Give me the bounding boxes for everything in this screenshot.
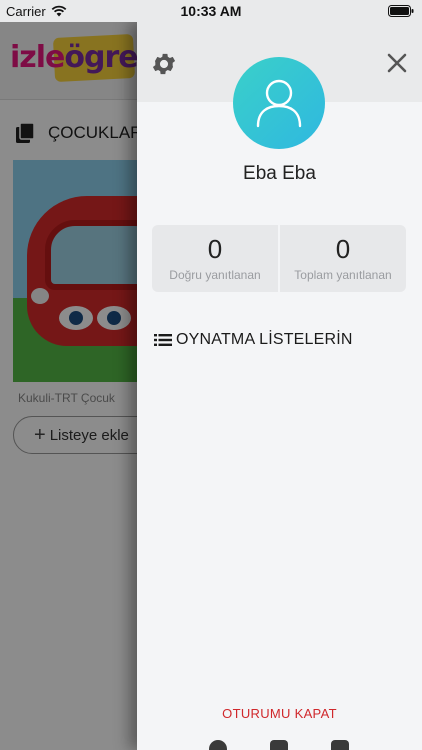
stat-label: Doğru yanıtlanan — [169, 268, 261, 282]
playlists-link[interactable]: OYNATMA LİSTELERİN — [154, 331, 353, 349]
clipboard-icon[interactable] — [331, 740, 349, 750]
side-drawer: Eba Eba 0 Doğru yanıtlanan 0 Toplam yanı… — [137, 22, 422, 750]
avatar[interactable] — [233, 57, 325, 149]
playlists-label: OYNATMA LİSTELERİN — [176, 331, 353, 348]
list-icon — [154, 334, 172, 346]
logout-button[interactable]: OTURUMU KAPAT — [137, 706, 422, 721]
stat-correct-answers: 0 Doğru yanıtlanan — [152, 225, 278, 292]
status-bar: Carrier 10:33 AM — [0, 0, 422, 22]
stat-value: 0 — [207, 234, 223, 264]
stat-total-answers: 0 Toplam yanıtlanan — [280, 225, 406, 292]
status-time: 10:33 AM — [180, 3, 242, 19]
help-icon[interactable] — [209, 740, 227, 750]
battery-icon — [388, 5, 414, 17]
user-icon — [256, 79, 302, 128]
gear-icon[interactable] — [150, 50, 178, 78]
user-name: Eba Eba — [243, 163, 316, 184]
briefcase-icon[interactable] — [270, 740, 288, 750]
bottom-icon-bar — [137, 738, 422, 750]
stat-value: 0 — [335, 234, 351, 264]
close-icon[interactable] — [386, 52, 408, 74]
stats-panel: 0 Doğru yanıtlanan 0 Toplam yanıtlanan — [152, 225, 406, 292]
stat-label: Toplam yanıtlanan — [294, 268, 392, 282]
